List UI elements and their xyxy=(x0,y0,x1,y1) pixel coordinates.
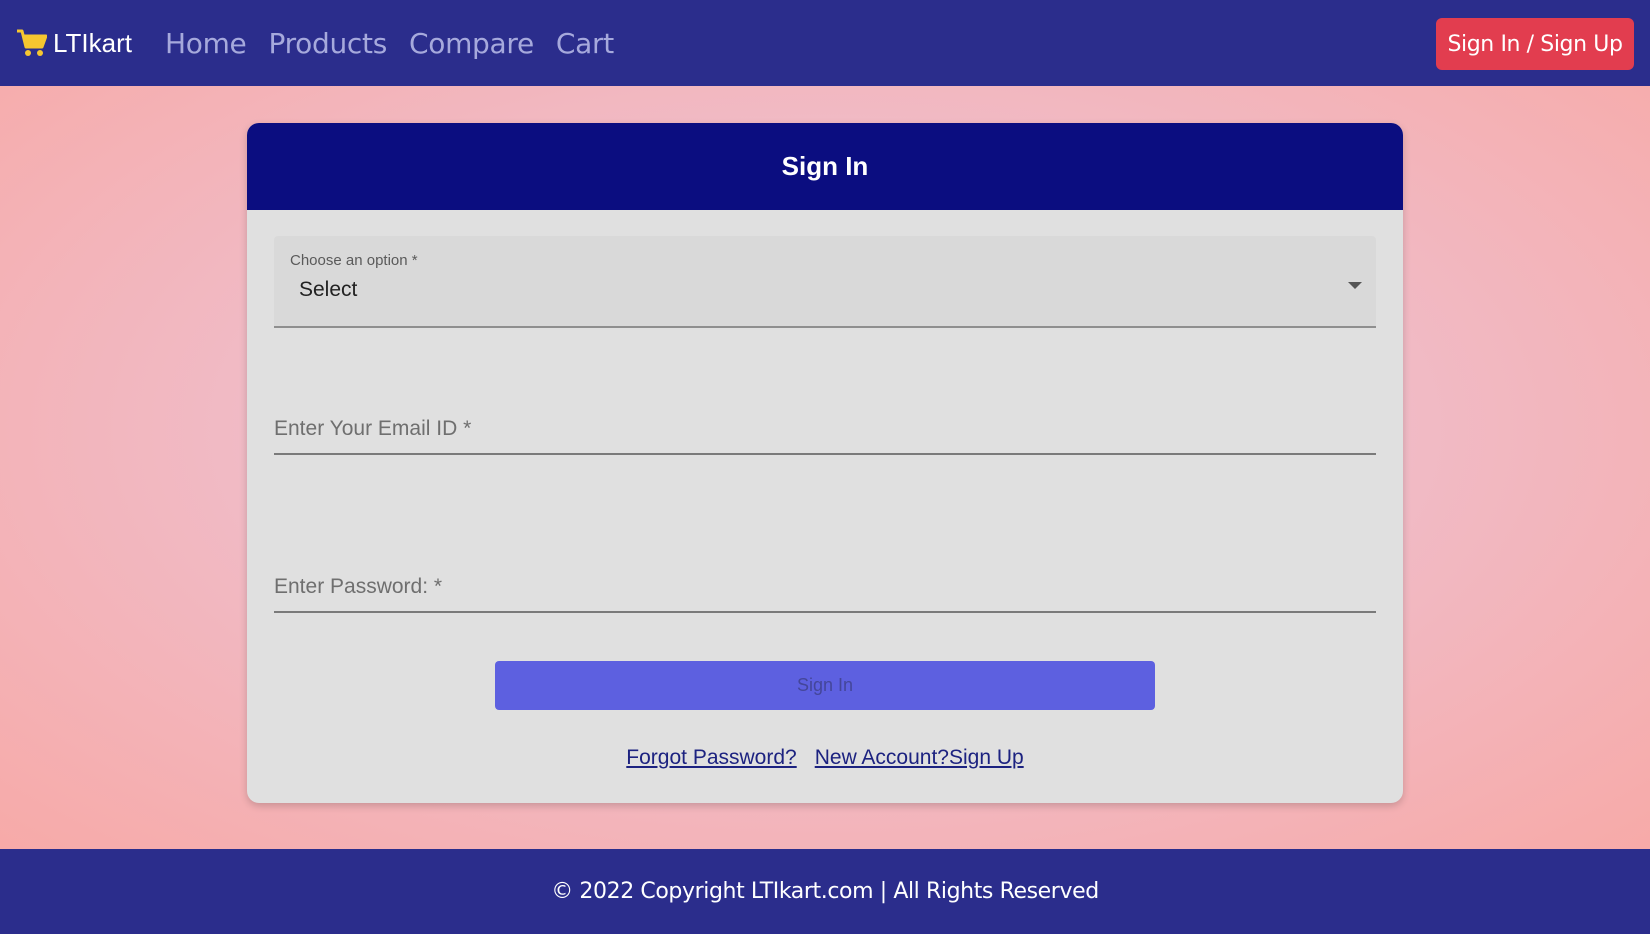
option-select-value: Select xyxy=(299,278,358,301)
navbar: LTIkart Home Products Compare Cart Sign … xyxy=(0,0,1650,86)
sign-in-sign-up-button[interactable]: Sign In / Sign Up xyxy=(1436,18,1634,70)
nav-link-compare[interactable]: Compare xyxy=(409,27,534,60)
auth-links: Forgot Password? New Account?Sign Up xyxy=(247,746,1403,770)
sign-in-card: Sign In Choose an option * Select Sign I… xyxy=(247,123,1403,803)
email-field-wrapper xyxy=(274,395,1376,455)
nav-link-cart[interactable]: Cart xyxy=(556,27,614,60)
brand-link[interactable]: LTIkart xyxy=(16,28,132,59)
shopping-cart-icon xyxy=(16,28,48,58)
option-select-label: Choose an option * xyxy=(290,252,418,269)
new-account-sign-up-link[interactable]: New Account?Sign Up xyxy=(815,746,1024,770)
brand-name: LTIkart xyxy=(53,27,132,58)
card-title: Sign In xyxy=(781,151,869,181)
main-content: Sign In Choose an option * Select Sign I… xyxy=(0,86,1650,849)
email-field[interactable] xyxy=(274,395,1376,453)
footer: © 2022 Copyright LTIkart.com | All Right… xyxy=(0,849,1650,934)
card-header: Sign In xyxy=(247,123,1403,210)
copyright-text: © 2022 Copyright LTIkart.com | All Right… xyxy=(551,879,1099,904)
password-field[interactable] xyxy=(274,553,1376,611)
forgot-password-link[interactable]: Forgot Password? xyxy=(626,746,796,770)
password-field-wrapper xyxy=(274,553,1376,613)
sign-in-submit-button[interactable]: Sign In xyxy=(495,661,1155,710)
nav-link-products[interactable]: Products xyxy=(268,27,387,60)
nav-link-home[interactable]: Home xyxy=(165,27,247,60)
option-select[interactable]: Choose an option * Select xyxy=(274,236,1376,328)
dropdown-arrow-icon[interactable] xyxy=(1348,282,1362,289)
nav-links: Home Products Compare Cart xyxy=(165,27,636,60)
